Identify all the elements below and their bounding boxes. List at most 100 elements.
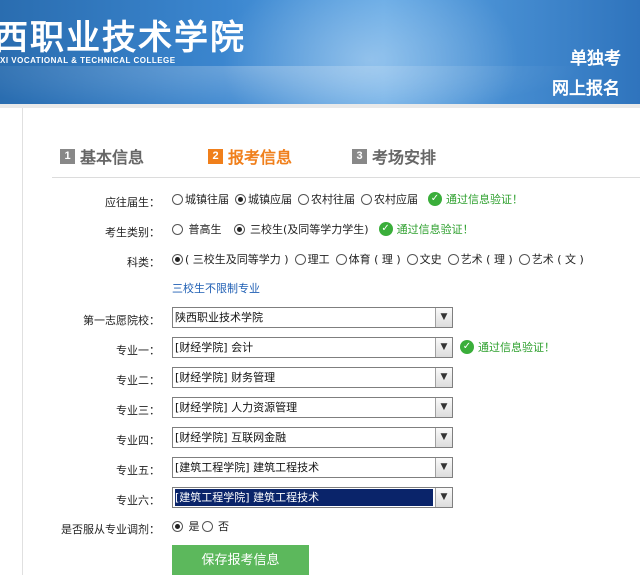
radio-option[interactable]: ( 三校生及同等学力 ) [172,251,289,267]
verified-text: 通过信息验证！ [478,341,555,354]
radio-icon[interactable] [447,253,459,265]
radio-icon[interactable] [201,520,213,532]
save-exam-info-button[interactable]: 保存报考信息 [172,545,309,575]
radio-selected-icon[interactable] [235,193,246,205]
select-value: [财经学院] 互联网金融 [175,431,287,444]
radio-selected-icon[interactable] [172,520,183,532]
step-label: 考场安排 [372,148,437,167]
banner-wave [0,66,640,104]
chevron-down-icon[interactable]: ▼ [435,308,452,327]
graduate-type-group: 城镇往届 城镇应届 农村往届 农村应届 ✓ 通过信息验证！ [172,191,523,207]
verified-status: ✓ 通过信息验证！ [428,191,523,207]
radio-selected-icon[interactable] [233,223,245,235]
chevron-down-icon[interactable]: ▼ [435,398,452,417]
major-1-select[interactable]: [财经学院] 会计 ▼ [172,337,453,358]
radio-label: 是 [188,520,200,533]
radio-option[interactable]: 城镇往届 [172,191,229,207]
chevron-down-icon[interactable]: ▼ [435,338,452,357]
check-circle-icon: ✓ [460,340,474,354]
chevron-down-icon[interactable]: ▼ [435,458,452,477]
radio-icon[interactable] [518,253,530,265]
radio-option[interactable]: 体育 ( 理 ) [335,251,401,267]
verified-text: 通过信息验证！ [446,193,523,206]
candidate-type-label: 考生类别： [105,226,160,239]
radio-option[interactable]: 普高生 [172,221,222,237]
major-1-verified: ✓ 通过信息验证！ [460,339,555,355]
radio-label: 否 [218,520,229,533]
tab-exam-info[interactable]: 2 报考信息 [208,144,292,168]
adjustment-group: 是 否 [172,518,235,534]
radio-option[interactable]: 理工 [294,251,330,267]
major-5-select[interactable]: [建筑工程学院] 建筑工程技术 ▼ [172,457,453,478]
chevron-down-icon[interactable]: ▼ [435,428,452,447]
select-value: [财经学院] 人力资源管理 [175,401,298,414]
school-name: 西职业技术学院 [0,18,246,58]
step-label: 报考信息 [228,148,293,167]
radio-option[interactable]: 艺术 ( 理 ) [447,251,513,267]
major-3-label: 专业三： [116,404,160,417]
radio-label: 农村往届 [311,193,355,206]
candidate-type-group: 普高生 三校生(及同等学力学生) ✓ 通过信息验证！ [172,221,474,237]
unrestricted-major-link[interactable]: 三校生不限制专业 [172,280,260,296]
radio-option[interactable]: 否 [201,518,229,534]
radio-icon[interactable] [406,253,418,265]
major-6-select[interactable]: [建筑工程学院] 建筑工程技术 ▼ [172,487,453,508]
verified-status: ✓ 通过信息验证！ [460,339,555,355]
radio-icon[interactable] [298,193,309,205]
radio-label: 艺术 ( 理 ) [460,253,513,266]
radio-option[interactable]: 农村往届 [298,191,355,207]
header-divider [0,104,640,108]
radio-icon[interactable] [294,253,306,265]
major-1-label: 专业一： [116,344,160,357]
major-6-label: 专业六： [116,494,160,507]
radio-label: 三校生(及同等学力学生) [250,223,369,236]
radio-option[interactable]: 是 [172,518,200,534]
tab-exam-arrangement[interactable]: 3 考场安排 [352,144,436,168]
verified-status: ✓ 通过信息验证！ [378,221,474,237]
radio-icon[interactable] [172,223,183,235]
radio-label: 普高生 [188,223,222,236]
major-2-label: 专业二： [116,374,160,387]
header-banner: 西职业技术学院 XI VOCATIONAL & TECHNICAL COLLEG… [0,0,640,104]
radio-icon[interactable] [172,193,183,205]
select-value: [建筑工程学院] 建筑工程技术 [175,489,433,506]
adjustment-label: 是否服从专业调剂： [61,523,160,536]
subject-group: ( 三校生及同等学力 ) 理工 体育 ( 理 ) 文史 艺术 ( 理 ) 艺术 … [172,251,590,267]
radio-label: 文史 [419,253,442,266]
major-3-select[interactable]: [财经学院] 人力资源管理 ▼ [172,397,453,418]
radio-icon[interactable] [361,193,372,205]
radio-label: 城镇往届 [185,193,229,206]
radio-option[interactable]: 艺术 ( 文 ) [518,251,584,267]
radio-option[interactable]: 农村应届 [361,191,418,207]
select-value: 陕西职业技术学院 [175,311,263,324]
chevron-down-icon[interactable]: ▼ [435,488,452,507]
verified-text: 通过信息验证！ [396,223,474,236]
radio-option[interactable]: 文史 [406,251,442,267]
first-choice-select[interactable]: 陕西职业技术学院 ▼ [172,307,453,328]
radio-icon[interactable] [335,253,347,265]
graduate-type-label: 应往届生： [105,196,160,209]
check-circle-icon: ✓ [378,222,393,236]
major-4-select[interactable]: [财经学院] 互联网金融 ▼ [172,427,453,448]
radio-label: 农村应届 [374,193,418,206]
radio-option[interactable]: 城镇应届 [235,191,292,207]
step-number: 3 [352,148,367,164]
radio-option[interactable]: 三校生(及同等学力学生) [233,221,369,237]
steps-divider [52,177,640,178]
select-value: [财经学院] 财务管理 [175,371,276,384]
tab-basic-info[interactable]: 1 基本信息 [60,144,144,168]
select-value: [建筑工程学院] 建筑工程技术 [175,461,320,474]
radio-label: 理工 [307,253,330,266]
major-4-label: 专业四： [116,434,160,447]
radio-label: 城镇应届 [248,193,292,206]
radio-label: ( 三校生及同等学力 ) [185,253,289,266]
major-2-select[interactable]: [财经学院] 财务管理 ▼ [172,367,453,388]
step-number: 2 [208,148,223,164]
select-value: [财经学院] 会计 [175,341,254,354]
subject-label: 科类： [127,256,160,269]
radio-selected-icon[interactable] [172,253,183,265]
chevron-down-icon[interactable]: ▼ [435,368,452,387]
radio-label: 艺术 ( 文 ) [531,253,584,266]
step-tabs: 1 基本信息 2 报考信息 3 考场安排 [60,144,620,168]
school-english-name: XI VOCATIONAL & TECHNICAL COLLEGE [0,56,176,65]
